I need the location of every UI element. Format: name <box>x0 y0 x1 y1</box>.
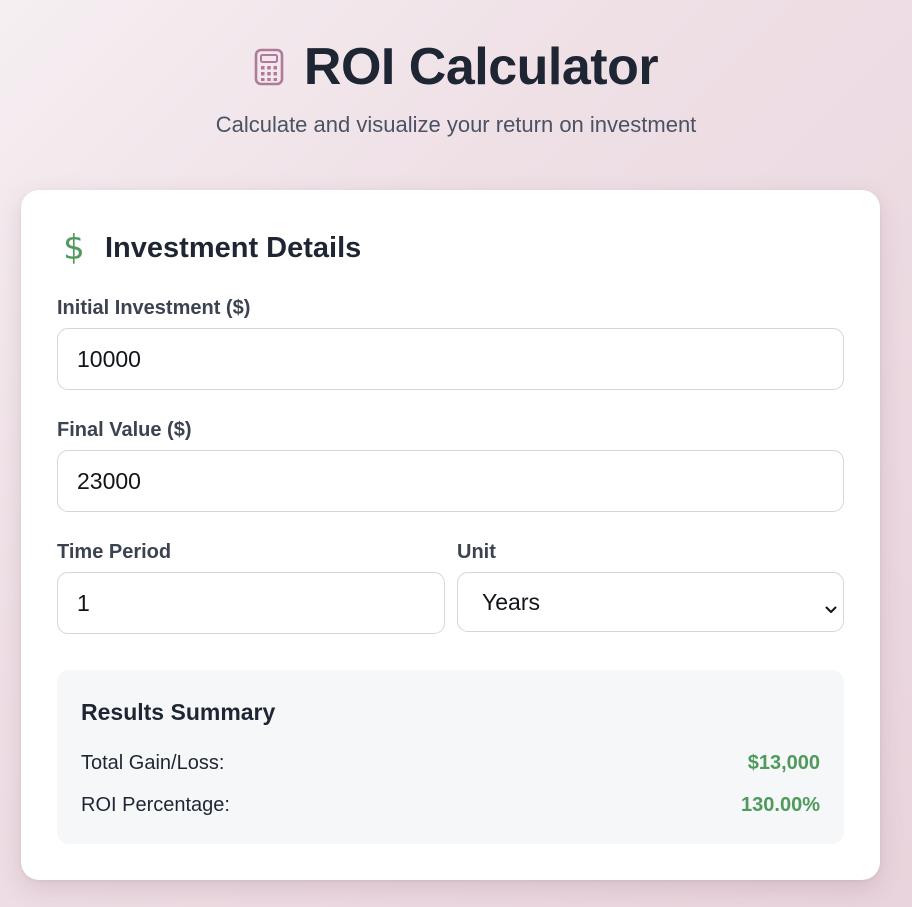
unit-select[interactable]: Years <box>457 572 844 632</box>
dollar-icon: $ <box>63 228 85 268</box>
title-row: ROI Calculator <box>0 36 912 98</box>
initial-investment-label: Initial Investment ($) <box>57 297 251 319</box>
final-value-input[interactable]: 23000 <box>57 450 844 512</box>
section-header: $ Investment Details <box>59 230 361 266</box>
roi-label: ROI Percentage: <box>81 794 230 816</box>
results-summary: Results Summary Total Gain/Loss: $13,000… <box>57 670 844 844</box>
gain-value: $13,000 <box>747 752 820 774</box>
final-value-value: 23000 <box>77 467 141 494</box>
unit-selected-value: Years <box>482 588 540 615</box>
initial-investment-input[interactable]: 10000 <box>57 328 844 390</box>
page-subtitle: Calculate and visualize your return on i… <box>215 112 697 137</box>
page-title: ROI Calculator <box>303 38 659 96</box>
final-value-label: Final Value ($) <box>57 419 192 441</box>
results-title: Results Summary <box>81 699 276 725</box>
time-period-label: Time Period <box>57 541 172 563</box>
gain-label: Total Gain/Loss: <box>81 752 225 774</box>
section-title: Investment Details <box>105 231 362 264</box>
unit-label: Unit <box>457 541 496 563</box>
roi-value: 130.00% <box>741 794 820 816</box>
initial-investment-value: 10000 <box>77 345 141 372</box>
calculator-icon <box>254 48 284 86</box>
time-period-value: 1 <box>77 589 90 616</box>
investment-card: $ Investment Details Initial Investment … <box>21 190 880 880</box>
chevron-down-icon <box>825 595 837 613</box>
time-period-input[interactable]: 1 <box>57 572 445 634</box>
